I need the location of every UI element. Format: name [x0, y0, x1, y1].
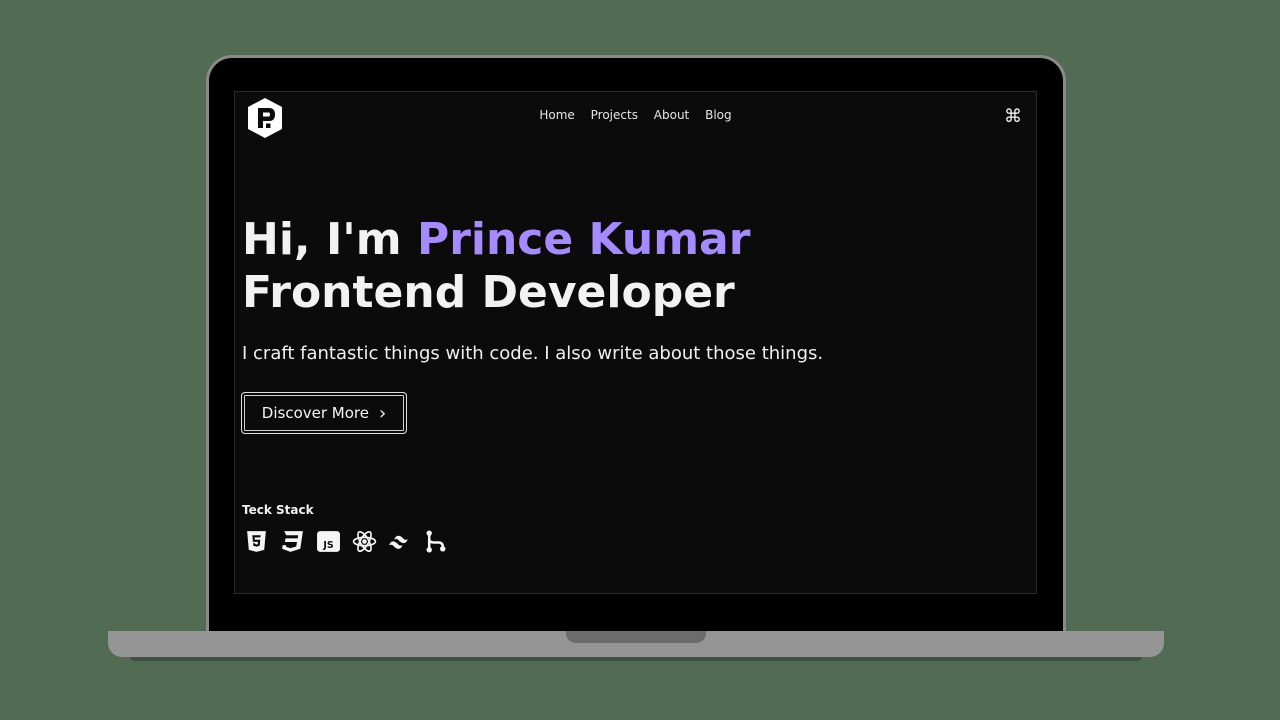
- html5-icon: [247, 531, 266, 552]
- javascript-icon-text: JS: [322, 540, 333, 551]
- laptop-notch: [566, 631, 706, 643]
- nav-blog-link[interactable]: Blog: [705, 108, 732, 122]
- nav-about-link[interactable]: About: [654, 108, 689, 122]
- chevron-right-icon: ›: [378, 402, 387, 424]
- nav-home-link[interactable]: Home: [539, 108, 574, 122]
- nav-projects-link[interactable]: Projects: [591, 108, 638, 122]
- hero-heading: Hi, I'm Prince Kumar: [242, 214, 750, 266]
- git-icon: [426, 530, 446, 553]
- javascript-icon: JS: [317, 531, 340, 552]
- laptop-base-shadow: [130, 657, 1142, 661]
- hero-name: Prince Kumar: [416, 214, 751, 265]
- discover-more-button[interactable]: Discover More ›: [241, 392, 407, 434]
- tech-stack-label: Teck Stack: [242, 503, 314, 517]
- discover-more-label: Discover More: [261, 404, 369, 422]
- tech-stack-icons: JS: [244, 529, 449, 554]
- react-icon: [352, 530, 377, 553]
- css3-icon: [282, 531, 303, 552]
- hero-tagline: I craft fantastic things with code. I al…: [242, 343, 824, 364]
- tailwind-icon: [389, 535, 408, 549]
- hero-greeting: Hi, I'm: [242, 214, 417, 265]
- command-menu-icon[interactable]: ⌘: [1004, 106, 1022, 127]
- laptop-screen: Home Projects About Blog ⌘ Hi, I'm Princ…: [234, 91, 1037, 594]
- hero-role: Frontend Developer: [242, 267, 735, 318]
- main-nav: Home Projects About Blog: [235, 108, 1036, 122]
